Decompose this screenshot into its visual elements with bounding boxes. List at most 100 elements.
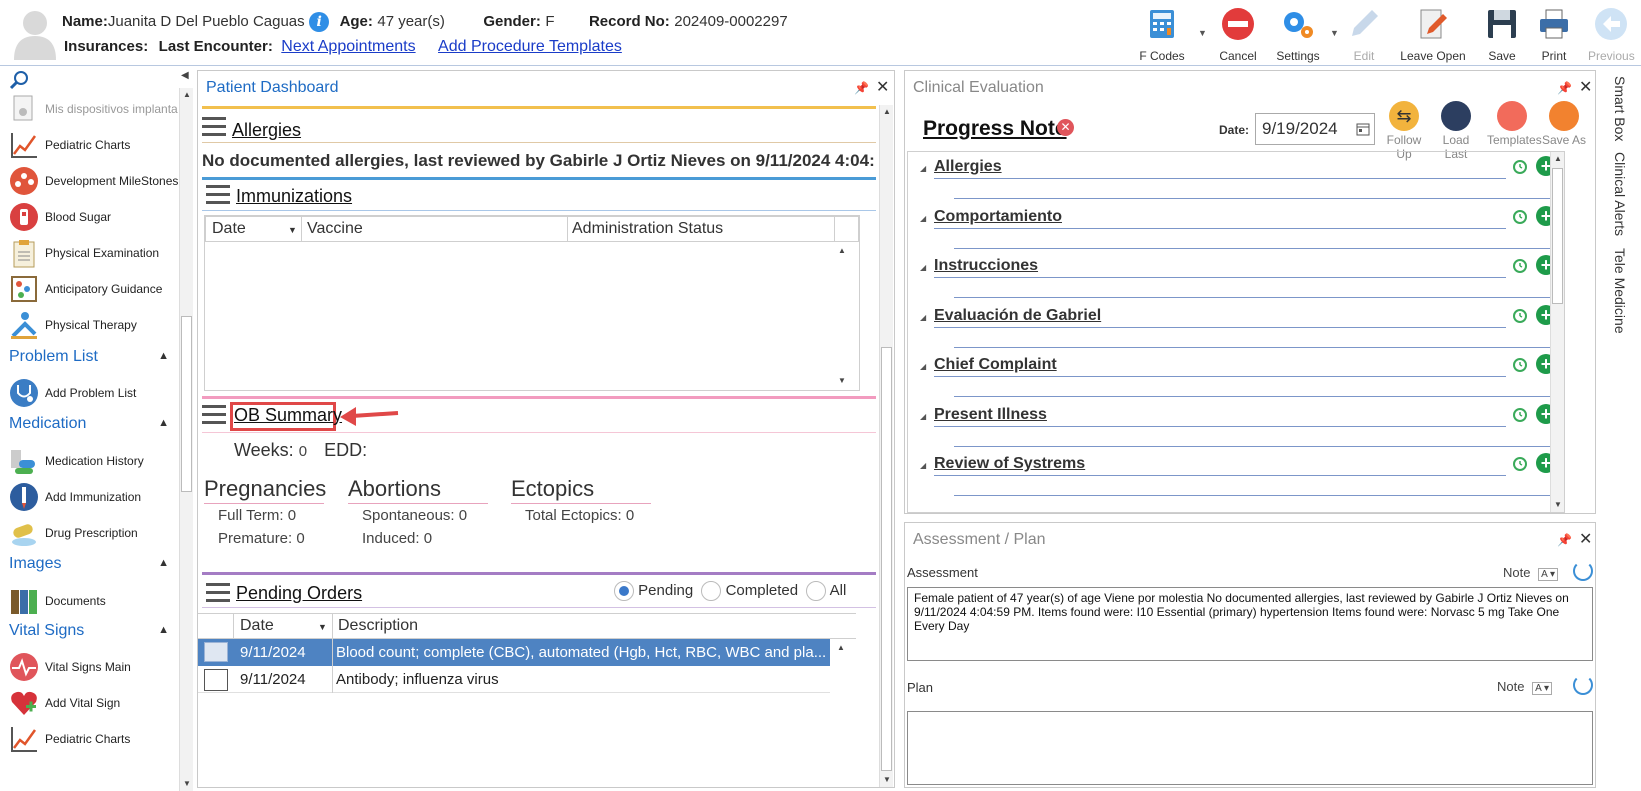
- templates-button[interactable]: Templates: [1487, 101, 1542, 147]
- clinical-section-title[interactable]: Comportamiento: [934, 208, 1062, 226]
- scroll-down-icon[interactable]: ▼: [1551, 498, 1564, 512]
- scroll-up-icon[interactable]: ▲: [1551, 152, 1564, 166]
- radio-pending[interactable]: Pending: [614, 581, 693, 601]
- expand-triangle-icon[interactable]: ◢: [920, 362, 926, 371]
- pending-orders-title[interactable]: Pending Orders: [236, 583, 362, 604]
- refresh-icon[interactable]: [1573, 561, 1593, 581]
- sidebar-item-implants[interactable]: Mis dispositivos implanta: [9, 92, 184, 126]
- section-problem-list[interactable]: Problem List ▲: [9, 348, 169, 366]
- section-medication[interactable]: Medication ▲: [9, 415, 169, 433]
- expand-triangle-icon[interactable]: ◢: [920, 214, 926, 223]
- pin-icon[interactable]: 📌: [854, 81, 869, 95]
- chevron-up-icon[interactable]: ▲: [158, 350, 169, 362]
- search-icon[interactable]: [9, 70, 29, 90]
- clinical-scrollbar[interactable]: ▲ ▼: [1550, 152, 1564, 512]
- leave-open-button[interactable]: Leave Open: [1398, 6, 1468, 63]
- sidebar-item-pediatric-charts-2[interactable]: Pediatric Charts: [9, 722, 184, 756]
- plan-note-dropdown[interactable]: Note A ▾: [1497, 679, 1553, 695]
- close-icon[interactable]: ✕: [876, 77, 889, 97]
- save-button[interactable]: Save: [1482, 6, 1522, 63]
- close-icon[interactable]: ✕: [1579, 529, 1592, 549]
- chevron-up-icon[interactable]: ▲: [158, 624, 169, 636]
- fcodes-button[interactable]: F Codes: [1138, 6, 1186, 63]
- clinical-section-row[interactable]: ◢ Comportamiento +: [920, 204, 1556, 250]
- immunizations-title[interactable]: Immunizations: [236, 186, 352, 207]
- table-row-selected[interactable]: 9/11/2024 Blood count; complete (CBC), a…: [198, 639, 830, 666]
- sidebar-item-medication-history[interactable]: Medication History: [9, 444, 184, 478]
- sidebar-item-add-vital-sign[interactable]: Add Vital Sign: [9, 686, 184, 720]
- clinical-section-row[interactable]: ◢ Chief Complaint +: [920, 352, 1556, 398]
- assessment-note-dropdown[interactable]: Note A ▾: [1503, 565, 1559, 581]
- radio-completed[interactable]: Completed: [701, 581, 798, 601]
- previous-button[interactable]: Previous: [1588, 6, 1635, 63]
- calendar-icon[interactable]: [1356, 123, 1370, 136]
- settings-dropdown-icon[interactable]: ▼: [1330, 28, 1339, 38]
- column-description[interactable]: Description: [338, 617, 418, 635]
- sidebar-item-drug-prescription[interactable]: Drug Prescription: [9, 516, 184, 550]
- date-field[interactable]: 9/19/2024: [1255, 113, 1375, 145]
- chevron-up-icon[interactable]: ▲: [158, 557, 169, 569]
- allergies-title[interactable]: Allergies: [232, 120, 301, 141]
- scroll-thumb[interactable]: [1552, 168, 1563, 304]
- chevron-up-icon[interactable]: ▲: [158, 417, 169, 429]
- ob-summary-title[interactable]: OB Summary: [234, 405, 342, 426]
- clinical-section-row[interactable]: ◢ Review of Systrems +: [920, 451, 1556, 497]
- sidebar-item-add-problem-list[interactable]: Add Problem List: [9, 376, 184, 410]
- sidebar-item-add-immunization[interactable]: Add Immunization: [9, 480, 184, 514]
- alarm-clock-icon[interactable]: [1512, 307, 1528, 323]
- row-checkbox[interactable]: [204, 642, 228, 662]
- column-date[interactable]: Date: [212, 220, 246, 238]
- settings-button[interactable]: Settings: [1270, 6, 1326, 63]
- expand-triangle-icon[interactable]: ◢: [920, 412, 926, 421]
- tab-tele-medicine[interactable]: Tele Medicine: [1612, 248, 1628, 334]
- sort-down-icon[interactable]: ▼: [318, 622, 327, 632]
- scroll-down-icon[interactable]: ▼: [880, 773, 894, 787]
- save-as-button[interactable]: Save As: [1539, 101, 1589, 147]
- clinical-section-title[interactable]: Allergies: [934, 158, 1002, 176]
- edit-button[interactable]: Edit: [1344, 6, 1384, 63]
- menu-icon[interactable]: [202, 117, 226, 137]
- expand-triangle-icon[interactable]: ◢: [920, 164, 926, 173]
- clinical-section-row[interactable]: ◢ Instrucciones +: [920, 253, 1556, 299]
- alarm-clock-icon[interactable]: [1512, 257, 1528, 273]
- section-vital-signs[interactable]: Vital Signs ▲: [9, 622, 169, 640]
- menu-icon[interactable]: [206, 583, 230, 603]
- info-icon[interactable]: i: [309, 12, 330, 32]
- print-button[interactable]: Print: [1534, 6, 1574, 63]
- sidebar-item-development-milestones[interactable]: Development MileStones: [9, 164, 184, 198]
- alarm-clock-icon[interactable]: [1512, 158, 1528, 174]
- expand-triangle-icon[interactable]: ◢: [920, 461, 926, 470]
- column-date[interactable]: Date: [240, 617, 274, 635]
- radio-all[interactable]: All: [806, 581, 846, 601]
- sidebar-item-anticipatory-guidance[interactable]: Anticipatory Guidance: [9, 272, 184, 306]
- plan-textarea[interactable]: [907, 711, 1593, 785]
- column-vaccine[interactable]: Vaccine: [307, 220, 363, 238]
- menu-icon[interactable]: [202, 405, 226, 425]
- sidebar-item-documents[interactable]: Documents: [9, 584, 184, 618]
- sidebar-item-pediatric-charts[interactable]: Pediatric Charts: [9, 128, 184, 162]
- collapse-sidebar-icon[interactable]: ◀: [181, 70, 189, 81]
- pin-icon[interactable]: 📌: [1557, 81, 1572, 95]
- expand-triangle-icon[interactable]: ◢: [920, 263, 926, 272]
- sidebar-item-vital-signs-main[interactable]: Vital Signs Main: [9, 650, 184, 684]
- sidebar-item-blood-sugar[interactable]: Blood Sugar: [9, 200, 184, 234]
- sidebar-item-physical-therapy[interactable]: Physical Therapy: [9, 308, 184, 342]
- sort-down-icon[interactable]: ▼: [288, 225, 297, 235]
- refresh-icon[interactable]: [1573, 675, 1593, 695]
- clinical-section-title[interactable]: Instrucciones: [934, 257, 1038, 275]
- sidebar-item-physical-examination[interactable]: Physical Examination: [9, 236, 184, 270]
- clinical-section-title[interactable]: Evaluación de Gabriel: [934, 307, 1101, 325]
- add-procedure-templates-link[interactable]: Add Procedure Templates: [438, 38, 622, 55]
- section-images[interactable]: Images ▲: [9, 555, 169, 573]
- radio-pending-button[interactable]: [614, 581, 634, 601]
- menu-icon[interactable]: [206, 185, 230, 205]
- tab-smart-box[interactable]: Smart Box: [1612, 76, 1628, 141]
- pin-icon[interactable]: 📌: [1557, 533, 1572, 547]
- alarm-clock-icon[interactable]: [1512, 406, 1528, 422]
- scroll-thumb[interactable]: [881, 347, 892, 771]
- cancel-button[interactable]: Cancel: [1214, 6, 1262, 63]
- close-icon[interactable]: ✕: [1579, 77, 1592, 97]
- scroll-up-icon[interactable]: ▲: [835, 244, 849, 258]
- clinical-section-row[interactable]: ◢ Evaluación de Gabriel +: [920, 303, 1556, 349]
- expand-triangle-icon[interactable]: ◢: [920, 313, 926, 322]
